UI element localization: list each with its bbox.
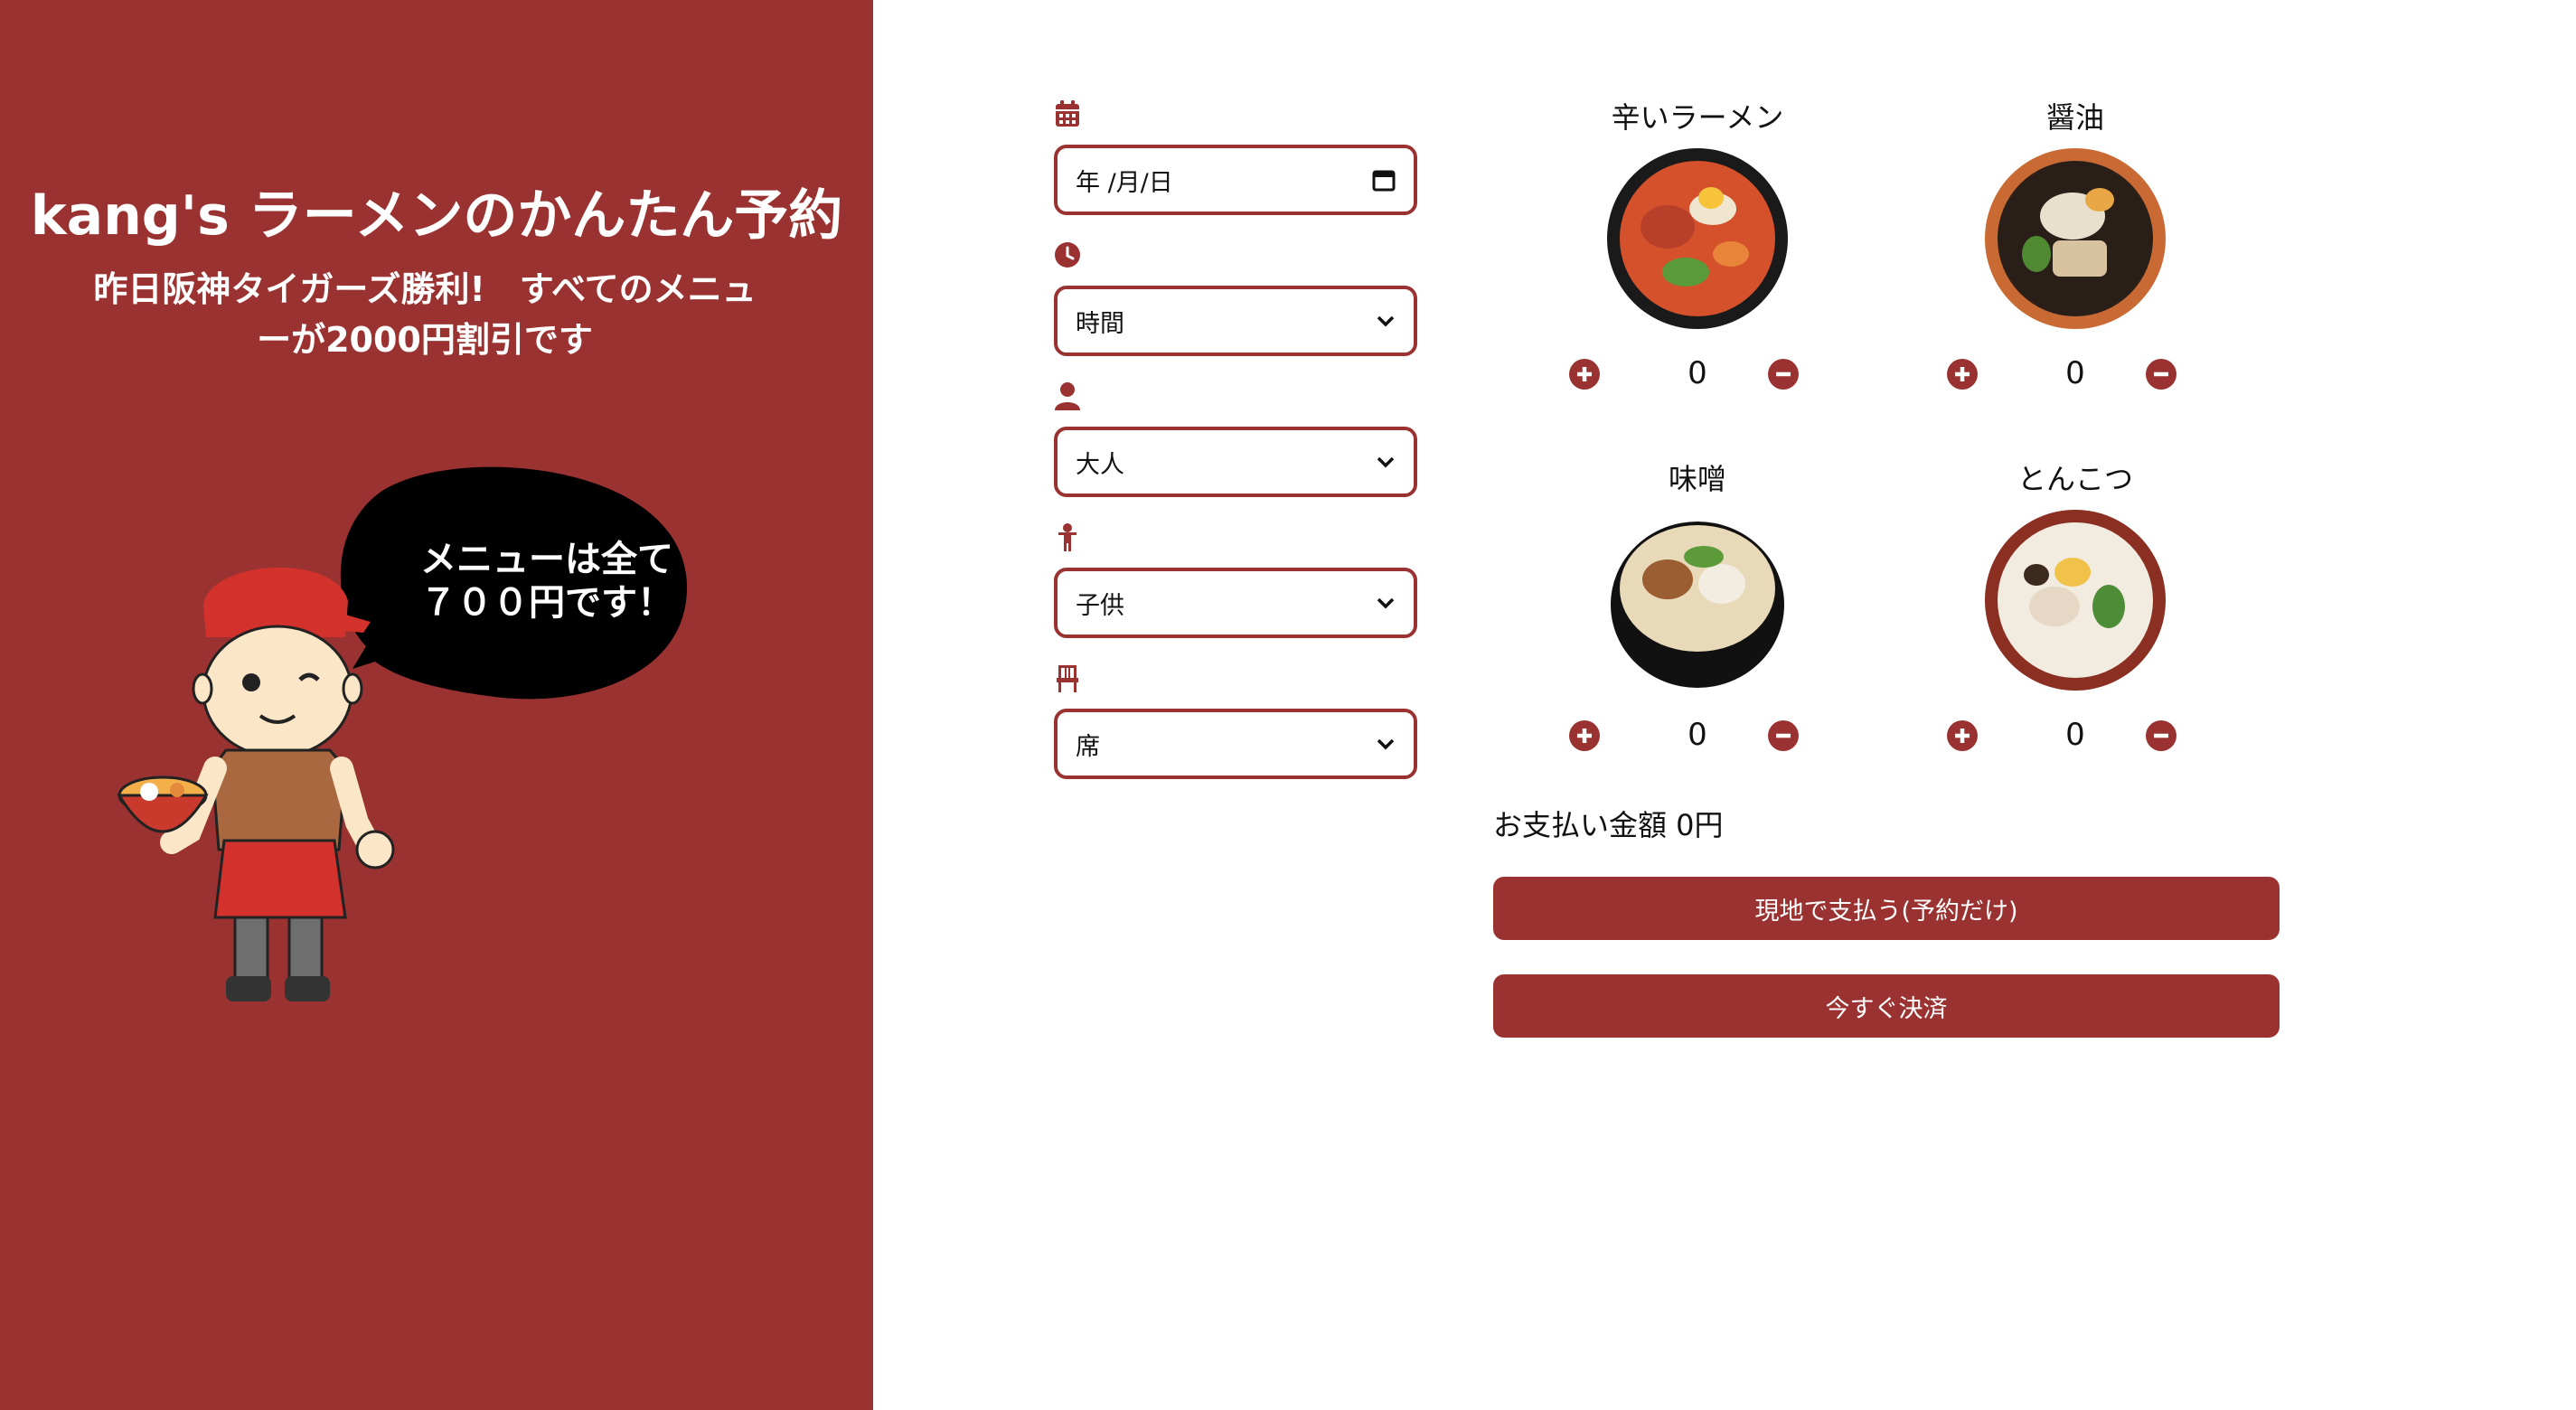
child-icon: [1058, 523, 1076, 551]
child-value: 子供: [1076, 591, 1124, 620]
date-value: 年 /月/日: [1076, 168, 1173, 197]
chef-illustration: [117, 466, 687, 1001]
calendar-icon: [1056, 100, 1079, 127]
menu-item-name: 醤油: [2045, 100, 2104, 135]
menu-item-name: とんこつ: [2017, 462, 2133, 496]
bubble-line-1: メニューは全て: [420, 539, 673, 580]
menu-item-spicy: 辛いラーメン 0: [1562, 95, 1833, 400]
chevron-down-icon: [1377, 456, 1395, 468]
speech-bubble: メニューは全て ７００円です！: [411, 538, 682, 625]
menu-item-shoyu: 醤油 0: [1940, 95, 2211, 400]
chevron-down-icon: [1377, 597, 1395, 609]
date-input[interactable]: 年 /月/日: [1054, 145, 1417, 215]
person-icon: [1055, 382, 1080, 410]
seat-select[interactable]: 席: [1054, 709, 1417, 779]
ramen-shoyu-image: [1985, 148, 2166, 329]
payment-total: お支払い金額 0円: [1493, 808, 1724, 842]
chevron-down-icon: [1377, 315, 1395, 327]
decrement-button[interactable]: [1768, 359, 1799, 390]
qty-counter: 0: [1562, 346, 1833, 400]
minus-icon: [1776, 371, 1791, 377]
pay-on-site-button[interactable]: 現地で支払う(予約だけ): [1493, 877, 2280, 940]
reservation-form: 年 /月/日 時間 大人 子供 席: [1054, 99, 1417, 804]
page-title: kang's ラーメンのかんたん予約: [30, 184, 843, 248]
calendar-picker-icon[interactable]: [1372, 168, 1396, 192]
time-value: 時間: [1076, 309, 1124, 338]
adult-select[interactable]: 大人: [1054, 427, 1417, 497]
minus-icon: [2154, 371, 2168, 377]
ramen-miso-image: [1611, 522, 1784, 688]
time-select[interactable]: 時間: [1054, 286, 1417, 356]
menu-item-name: 辛いラーメン: [1611, 100, 1784, 135]
adult-field-group: 大人: [1054, 381, 1417, 497]
hero-panel: kang's ラーメンのかんたん予約 昨日阪神タイガーズ勝利! すべてのメニュー…: [0, 0, 873, 1410]
time-field-group: 時間: [1054, 240, 1417, 356]
adult-value: 大人: [1076, 450, 1124, 479]
child-select[interactable]: 子供: [1054, 568, 1417, 638]
seat-value: 席: [1076, 732, 1100, 761]
qty-counter: 0: [1940, 708, 2211, 762]
ramen-tonkotsu-image: [1985, 510, 2166, 691]
qty-counter: 0: [1940, 346, 2211, 400]
decrement-button[interactable]: [1768, 720, 1799, 751]
qty-counter: 0: [1562, 708, 1833, 762]
minus-icon: [1776, 733, 1791, 738]
minus-icon: [2154, 733, 2168, 738]
date-field-group: 年 /月/日: [1054, 99, 1417, 215]
bubble-line-2: ７００円です！: [420, 582, 673, 624]
pay-now-button[interactable]: 今すぐ決済: [1493, 974, 2280, 1038]
promo-subtitle: 昨日阪神タイガーズ勝利! すべてのメニューが2000円割引です: [93, 269, 757, 360]
chair-icon: [1057, 665, 1078, 692]
decrement-button[interactable]: [2146, 359, 2176, 390]
decrement-button[interactable]: [2146, 720, 2176, 751]
seat-field-group: 席: [1054, 663, 1417, 779]
ramen-spicy-image: [1607, 148, 1788, 329]
menu-item-tonkotsu: とんこつ 0: [1940, 456, 2211, 762]
clock-icon: [1055, 242, 1080, 268]
chevron-down-icon: [1377, 738, 1395, 750]
menu-item-name: 味噌: [1668, 462, 1726, 496]
child-field-group: 子供: [1054, 522, 1417, 638]
menu-item-miso: 味噌 0: [1562, 456, 1833, 762]
